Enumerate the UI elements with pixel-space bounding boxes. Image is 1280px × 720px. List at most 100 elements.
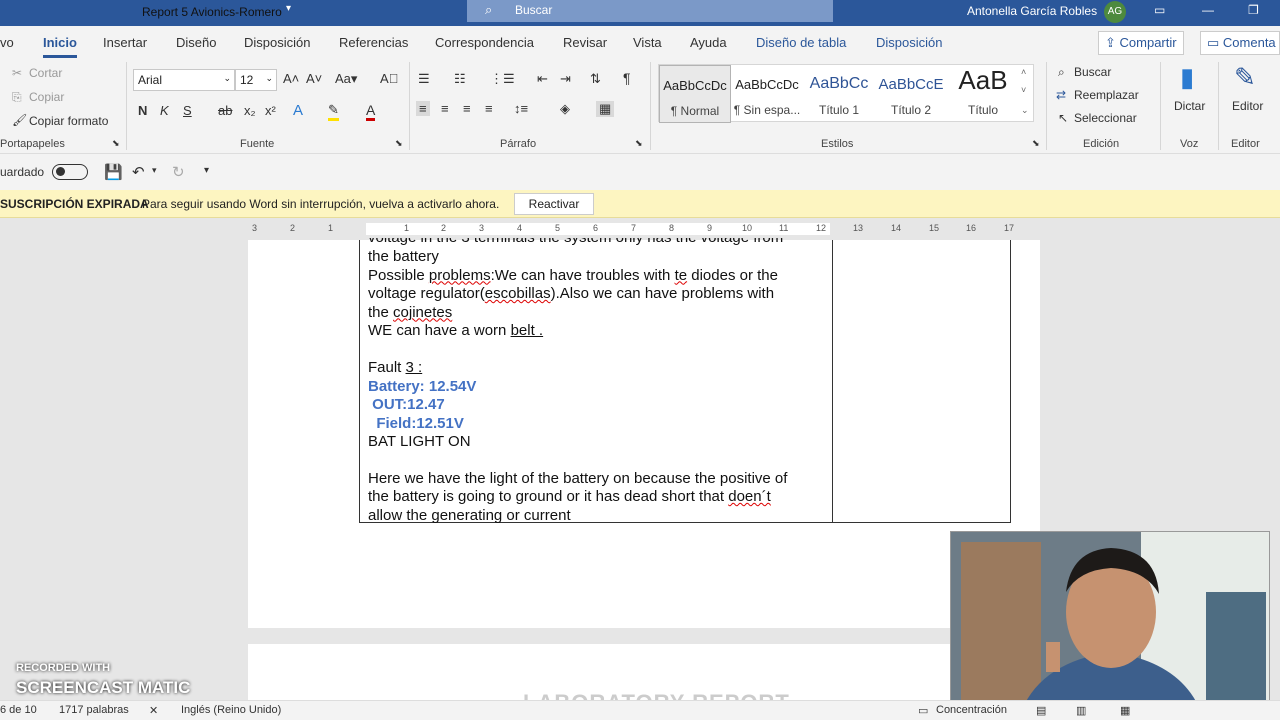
restore-icon[interactable]: ❐: [1248, 3, 1259, 17]
style-heading-1[interactable]: AaBbCc Título 1: [803, 65, 875, 123]
print-layout-icon[interactable]: ▥: [1076, 704, 1086, 717]
proofing-icon[interactable]: ✕: [149, 704, 158, 717]
read-mode-icon[interactable]: ▤: [1036, 704, 1046, 717]
next-page[interactable]: LABORATORY REPORT: [248, 644, 1040, 715]
word-count[interactable]: 1717 palabras: [59, 704, 129, 716]
tab-inicio[interactable]: Inicio: [43, 35, 77, 58]
highlight-icon[interactable]: ✎: [328, 102, 339, 121]
borders-icon[interactable]: ▦: [596, 101, 615, 117]
show-marks-icon[interactable]: ¶: [623, 70, 631, 86]
style-title[interactable]: AaB Título: [947, 65, 1019, 123]
style-heading-2[interactable]: AaBbCcE Título 2: [875, 65, 947, 123]
bullets-icon[interactable]: ☰: [418, 71, 430, 87]
grow-font-icon[interactable]: A˄: [283, 71, 299, 86]
line-spacing-icon[interactable]: ↕≡: [514, 101, 528, 116]
tab-diseno[interactable]: Diseño: [176, 35, 216, 50]
ribbon-display-icon[interactable]: ▭: [1154, 3, 1165, 17]
underline-button[interactable]: S: [183, 103, 192, 118]
subscript-icon[interactable]: x₂: [244, 103, 256, 118]
tab-correspondencia[interactable]: Correspondencia: [435, 35, 534, 50]
customize-qat-icon[interactable]: ▾: [204, 165, 209, 176]
align-center-icon[interactable]: ≡: [441, 101, 449, 116]
styles-launcher-icon[interactable]: ⬊: [1032, 138, 1040, 149]
tab-insertar[interactable]: Insertar: [103, 35, 147, 50]
font-launcher-icon[interactable]: ⬊: [395, 138, 403, 149]
language[interactable]: Inglés (Reino Unido): [181, 704, 281, 716]
clipboard-launcher-icon[interactable]: ⬊: [112, 138, 120, 149]
redo-icon[interactable]: ↻: [172, 163, 185, 181]
document-text[interactable]: the battery Possible problems:We can hav…: [368, 248, 823, 525]
web-layout-icon[interactable]: ▦: [1120, 704, 1130, 717]
reactivate-button[interactable]: Reactivar: [514, 193, 594, 215]
strikethrough-icon[interactable]: ab: [218, 103, 232, 118]
title-dropdown-icon[interactable]: ▾: [286, 3, 291, 14]
focus-mode[interactable]: Concentración: [936, 704, 1007, 716]
horizontal-ruler: 3 2 1 1 2 3 4 5 6 7 8 9 10 11 12 13 14 1…: [248, 222, 1038, 236]
scroll-down-icon[interactable]: ˅: [1021, 85, 1026, 95]
undo-icon[interactable]: ↶: [132, 163, 145, 181]
tab-revisar[interactable]: Revisar: [563, 35, 607, 50]
increase-indent-icon[interactable]: ⇥: [560, 71, 571, 87]
ruler-number: 1: [404, 223, 410, 233]
decrease-indent-icon[interactable]: ⇤: [537, 71, 548, 87]
tab-disposicion-tabla[interactable]: Disposición: [876, 35, 942, 50]
sort-icon[interactable]: ⇅: [590, 71, 601, 87]
justify-icon[interactable]: ≡: [485, 101, 493, 116]
search-box[interactable]: ⌕ Buscar: [467, 0, 833, 22]
multilevel-list-icon[interactable]: ⋮☰: [490, 71, 515, 87]
font-color-icon[interactable]: A: [366, 102, 376, 121]
editor-icon[interactable]: ✎: [1234, 62, 1256, 93]
avatar[interactable]: AG: [1104, 1, 1126, 23]
replace-button[interactable]: Reemplazar: [1074, 88, 1139, 102]
ruler-number: 6: [593, 223, 599, 233]
italic-button[interactable]: K: [160, 103, 169, 118]
ruler-number: 17: [1004, 223, 1015, 233]
shrink-font-icon[interactable]: A˅: [306, 71, 322, 86]
numbering-icon[interactable]: ☷: [454, 71, 466, 87]
paragraph-launcher-icon[interactable]: ⬊: [635, 138, 643, 149]
page-count[interactable]: 6 de 10: [0, 704, 37, 716]
editor-button[interactable]: Editor: [1232, 99, 1263, 113]
tab-vista[interactable]: Vista: [633, 35, 662, 50]
cut-button[interactable]: Cortar: [29, 66, 62, 80]
ruler-number: 14: [891, 223, 902, 233]
more-styles-icon[interactable]: ⌄: [1021, 105, 1029, 116]
format-painter-button[interactable]: Copiar formato: [29, 114, 108, 128]
superscript-icon[interactable]: x²: [265, 103, 276, 118]
dictate-button[interactable]: Dictar: [1174, 99, 1205, 113]
select-button[interactable]: Seleccionar: [1074, 111, 1137, 125]
save-icon[interactable]: 💾: [104, 163, 123, 181]
search-placeholder: Buscar: [515, 3, 553, 17]
copy-button[interactable]: Copiar: [29, 90, 64, 104]
scroll-up-icon[interactable]: ˄: [1021, 67, 1026, 77]
tab-disposicion[interactable]: Disposición: [244, 35, 310, 50]
font-name-select[interactable]: Arial ⌄: [133, 69, 235, 91]
ruler-number: 2: [290, 223, 296, 233]
user-name[interactable]: Antonella García Robles: [967, 4, 1097, 18]
bold-button[interactable]: N: [138, 103, 147, 118]
style-no-spacing[interactable]: AaBbCcDc ¶ Sin espa...: [731, 65, 803, 123]
styles-gallery: AaBbCcDc ¶ Normal AaBbCcDc ¶ Sin espa...…: [658, 64, 1034, 123]
minimize-icon[interactable]: —: [1202, 3, 1214, 17]
comments-button[interactable]: ▭ Comenta: [1200, 31, 1280, 55]
change-case-icon[interactable]: Aa▾: [335, 71, 357, 87]
tab-referencias[interactable]: Referencias: [339, 35, 408, 50]
focus-icon[interactable]: ▭: [918, 704, 928, 717]
undo-dropdown-icon[interactable]: ▾: [152, 165, 157, 176]
text-effects-icon[interactable]: A: [293, 102, 303, 119]
clear-formatting-icon[interactable]: A⃥: [380, 71, 398, 86]
autosave-toggle[interactable]: [52, 164, 88, 180]
tab-diseno-de-tabla[interactable]: Diseño de tabla: [756, 35, 846, 50]
font-size-select[interactable]: 12 ⌄: [235, 69, 277, 91]
align-right-icon[interactable]: ≡: [463, 101, 471, 116]
share-button[interactable]: ⇪ Compartir: [1098, 31, 1184, 55]
find-button[interactable]: Buscar: [1074, 65, 1111, 79]
microphone-icon[interactable]: ▮: [1180, 62, 1194, 93]
align-left-icon[interactable]: ≡: [416, 101, 430, 116]
shading-icon[interactable]: ◈: [560, 101, 570, 117]
tab-ayuda[interactable]: Ayuda: [690, 35, 727, 50]
table-cell[interactable]: [832, 240, 1011, 523]
tab-archivo[interactable]: vo: [0, 35, 14, 50]
style-normal[interactable]: AaBbCcDc ¶ Normal: [659, 65, 731, 123]
